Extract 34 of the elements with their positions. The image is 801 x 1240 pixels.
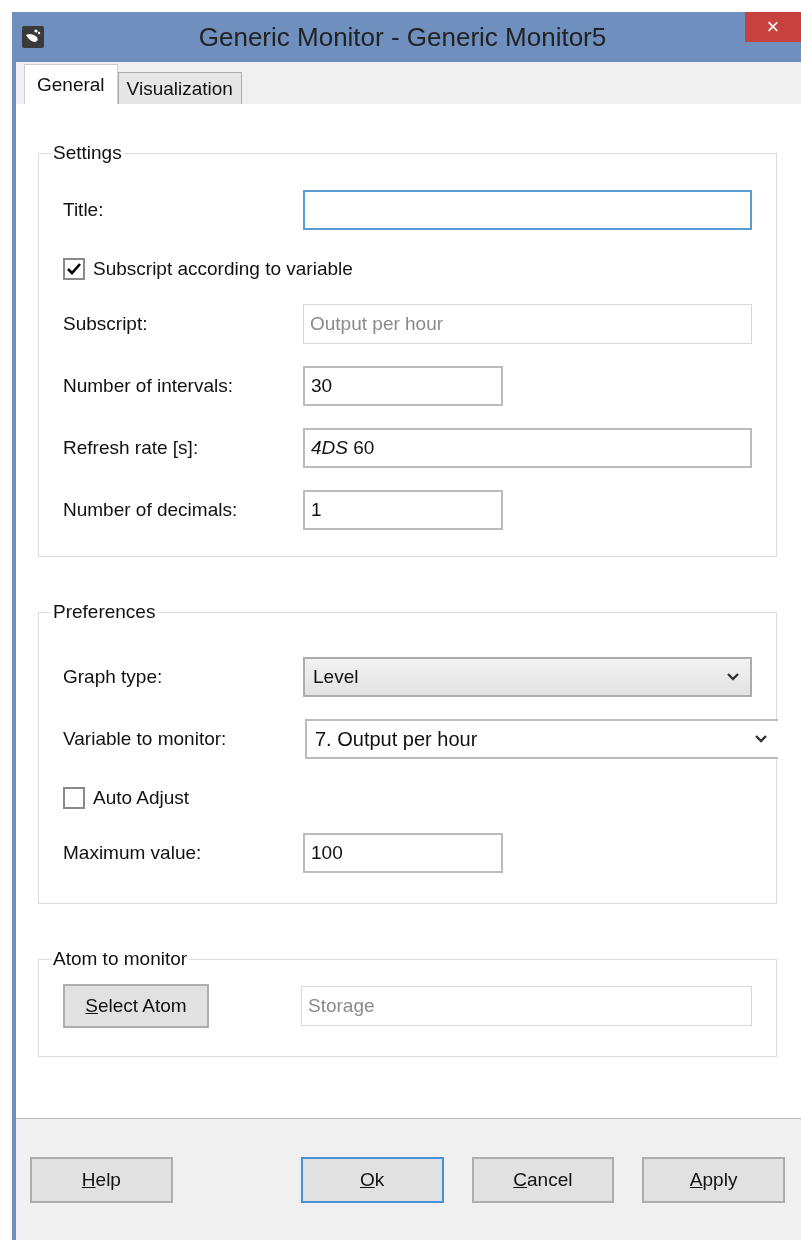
title-input[interactable]	[303, 190, 752, 230]
field-label: Subscript:	[63, 313, 149, 335]
maximum-value-input[interactable]: 100	[303, 833, 503, 873]
group-legend: Settings	[51, 142, 124, 164]
window-title: Generic Monitor - Generic Monitor5	[197, 21, 608, 53]
chevron-down-icon	[726, 672, 740, 682]
dialog-button[interactable]: Ok	[300, 1156, 444, 1203]
graph-type-dropdown[interactable]: Level	[303, 657, 752, 697]
group-legend: Atom to monitor	[51, 948, 190, 970]
field-label: Variable to monitor:	[63, 728, 228, 750]
field-label: Title:	[63, 199, 105, 221]
variable-dropdown[interactable]: 7. Output per hour	[305, 719, 778, 759]
checkbox[interactable]	[63, 258, 85, 280]
intervals-input[interactable]: 30	[303, 366, 503, 406]
checkbox[interactable]	[63, 787, 85, 809]
dialog-button[interactable]: Apply	[642, 1156, 785, 1203]
tab[interactable]: Visualization	[117, 72, 242, 104]
chevron-down-icon	[754, 734, 768, 744]
app-icon	[22, 26, 44, 48]
group-legend: Preferences	[51, 601, 158, 623]
field-label: Maximum value:	[63, 842, 203, 864]
decimals-input[interactable]: 1	[303, 490, 503, 530]
tab[interactable]: General	[24, 64, 118, 104]
field-label: Graph type:	[63, 666, 164, 688]
field-label: Refresh rate [s]:	[63, 437, 200, 459]
close-button[interactable]: ×	[745, 12, 801, 42]
field-label: Number of decimals:	[63, 499, 239, 521]
field-label: Number of intervals:	[63, 375, 234, 397]
checkbox-label: Subscript according to variable	[93, 258, 353, 280]
checkbox-label: Auto Adjust	[93, 787, 190, 809]
check-icon	[66, 261, 82, 277]
dialog-button[interactable]: Help	[30, 1156, 173, 1203]
refresh-rate-input[interactable]: 4DS 60	[303, 428, 752, 468]
dialog-button[interactable]: Cancel	[471, 1156, 615, 1203]
